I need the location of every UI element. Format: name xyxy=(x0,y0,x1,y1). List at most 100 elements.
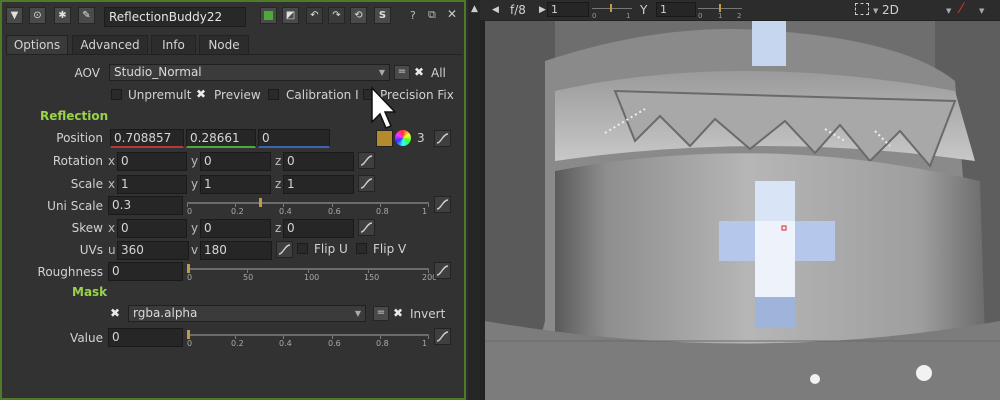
uni-scale-curve-icon[interactable] xyxy=(434,196,451,213)
slider-tick-label: 0 xyxy=(187,207,193,216)
slider-tick-label: 0 xyxy=(187,273,193,282)
all-checkbox-checked[interactable]: ✖ xyxy=(414,65,424,79)
tab-divider xyxy=(6,54,462,55)
unpremult-label: Unpremult xyxy=(128,88,192,102)
slider-track[interactable] xyxy=(187,334,429,336)
viewer-image[interactable] xyxy=(485,21,1000,400)
redo-icon[interactable]: ↷ xyxy=(328,7,345,24)
gain-tick-0: 0 xyxy=(592,12,597,20)
invert-label: Invert xyxy=(410,307,446,321)
skew-curve-icon[interactable] xyxy=(358,219,375,236)
rotation-x-field[interactable]: 0 xyxy=(117,152,187,171)
invert-checkbox-checked[interactable]: ✖ xyxy=(393,306,403,320)
flip-u-checkbox[interactable] xyxy=(297,243,308,254)
gain-tick-1: 1 xyxy=(626,12,631,20)
position-y-field[interactable]: 0.28661 xyxy=(186,129,256,148)
rotation-x-axis: x xyxy=(108,154,116,168)
calibration-checkbox[interactable] xyxy=(268,89,279,100)
skew-z-field[interactable]: 0 xyxy=(283,219,354,238)
unpremult-checkbox[interactable] xyxy=(111,89,122,100)
gamma-field[interactable]: 1 xyxy=(656,2,696,17)
color-wheel-icon[interactable] xyxy=(395,130,411,146)
mask-enable-checkbox-checked[interactable]: ✖ xyxy=(110,306,120,320)
pen-chevron-down-icon[interactable]: ▼ xyxy=(979,7,984,15)
rotation-y-field[interactable]: 0 xyxy=(200,152,271,171)
roughness-slider[interactable]: 0 50 100 150 200 xyxy=(187,263,437,283)
undo-icon[interactable]: ↶ xyxy=(306,7,323,24)
value-slider[interactable]: 0 0.2 0.4 0.6 0.8 1 xyxy=(187,329,429,349)
slider-track[interactable] xyxy=(187,202,429,204)
position-channel-count[interactable]: 3 xyxy=(417,131,425,145)
scale-x-field[interactable]: 1 xyxy=(117,175,187,194)
rotation-z-axis: z xyxy=(275,154,282,168)
skew-y-field[interactable]: 0 xyxy=(200,219,271,238)
roughness-curve-icon[interactable] xyxy=(434,262,451,279)
frame-play-icon[interactable]: ▶ xyxy=(539,5,546,15)
position-label: Position xyxy=(56,131,103,145)
gamma-slider[interactable]: 0 1 2 xyxy=(698,3,742,20)
skew-x-axis: x xyxy=(108,221,116,235)
uvs-u-field[interactable]: 360 xyxy=(117,241,189,260)
mask-channel-value: rgba.alpha xyxy=(133,306,198,320)
bug-icon[interactable]: ✱ xyxy=(54,7,71,24)
mask-channel-dropdown[interactable]: rgba.alpha ▼ xyxy=(128,305,366,322)
position-z-field[interactable]: 0 xyxy=(258,129,330,148)
uni-scale-slider[interactable]: 0 0.2 0.4 0.6 0.8 1 xyxy=(187,197,429,217)
position-curve-icon[interactable] xyxy=(434,130,451,147)
slider-knob[interactable] xyxy=(187,330,190,339)
node-color-icon[interactable] xyxy=(260,7,277,24)
float-panel-icon[interactable]: ⧉ xyxy=(428,8,436,22)
tab-advanced[interactable]: Advanced xyxy=(72,35,148,55)
value-curve-icon[interactable] xyxy=(434,328,451,345)
roi-chevron-down-icon[interactable]: ▼ xyxy=(873,7,878,15)
rotation-y-axis: y xyxy=(191,154,199,168)
collapse-arrow-icon[interactable]: ▼ xyxy=(6,7,23,24)
scale-z-field[interactable]: 1 xyxy=(283,175,354,194)
mask-link-button[interactable]: = xyxy=(373,306,389,321)
tab-node[interactable]: Node xyxy=(199,35,249,55)
slider-tick xyxy=(428,204,429,207)
panel-splitter[interactable] xyxy=(468,0,480,400)
value-field[interactable]: 0 xyxy=(108,328,183,347)
slider-knob[interactable] xyxy=(187,264,190,273)
chevron-down-icon: ▼ xyxy=(378,68,385,77)
viewer-up-arrow-icon[interactable]: ▲ xyxy=(471,4,478,14)
preview-checkbox-checked[interactable]: ✖ xyxy=(196,87,206,101)
gain-slider[interactable]: 0 1 xyxy=(592,3,632,20)
rotation-z-field[interactable]: 0 xyxy=(283,152,354,171)
node-name-field[interactable]: ReflectionBuddy22 xyxy=(104,7,246,27)
uni-scale-field[interactable]: 0.3 xyxy=(108,196,183,215)
aov-dropdown[interactable]: Studio_Normal ▼ xyxy=(109,64,390,81)
help-icon[interactable]: ? xyxy=(410,9,416,22)
revert-icon[interactable]: ⟲ xyxy=(350,7,367,24)
skew-label: Skew xyxy=(71,221,103,235)
view-mode-value[interactable]: 2D xyxy=(882,3,899,17)
roi-icon[interactable] xyxy=(855,3,869,15)
rotation-curve-icon[interactable] xyxy=(358,152,375,169)
flip-v-checkbox[interactable] xyxy=(356,243,367,254)
slider-tick-label: 0.6 xyxy=(328,339,341,348)
wrench-icon[interactable]: ✎ xyxy=(78,7,95,24)
position-x-field[interactable]: 0.708857 xyxy=(110,129,184,148)
skew-x-field[interactable]: 0 xyxy=(117,219,187,238)
pen-red-icon[interactable]: ⁄ xyxy=(960,1,962,17)
fstop-label[interactable]: f/8 xyxy=(510,3,526,17)
scale-label: Scale xyxy=(70,177,103,191)
scale-y-field[interactable]: 1 xyxy=(200,175,271,194)
view-mode-chevron-down-icon[interactable]: ▼ xyxy=(946,7,951,15)
script-icon[interactable]: S xyxy=(374,7,391,24)
fstop-left-arrow-icon[interactable]: ◀ xyxy=(492,5,499,15)
roughness-field[interactable]: 0 xyxy=(108,262,183,281)
scale-curve-icon[interactable] xyxy=(358,175,375,192)
tab-options[interactable]: Options xyxy=(6,35,68,55)
slider-knob[interactable] xyxy=(259,198,262,207)
gain-field[interactable]: 1 xyxy=(547,2,589,17)
close-icon[interactable]: ✕ xyxy=(447,7,457,21)
tab-info[interactable]: Info xyxy=(151,35,196,55)
uvs-curve-icon[interactable] xyxy=(276,241,293,258)
properties-panel: ▼ ⊙ ✱ ✎ ReflectionBuddy22 ◩ ↶ ↷ ⟲ S ? ⧉ … xyxy=(0,0,466,400)
aov-link-button[interactable]: = xyxy=(394,65,410,80)
mix-toggle-icon[interactable]: ◩ xyxy=(282,7,299,24)
center-node-icon[interactable]: ⊙ xyxy=(29,7,46,24)
uvs-v-field[interactable]: 180 xyxy=(200,241,272,260)
